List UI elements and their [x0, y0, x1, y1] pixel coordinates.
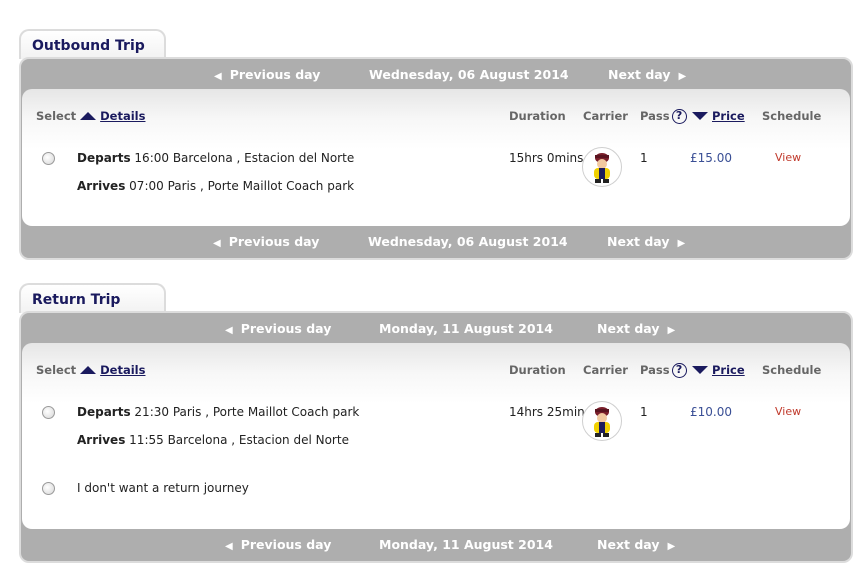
sort-up-icon[interactable]	[80, 366, 97, 374]
departs-info: Departs 21:30 Paris , Porte Maillot Coac…	[77, 405, 359, 419]
next-day-label: Next day	[597, 321, 660, 336]
select-header-label: Select	[36, 363, 77, 377]
return-previous-day-link[interactable]: ◀ Previous day	[225, 321, 331, 336]
right-arrow-icon: ▶	[667, 541, 676, 552]
outbound-trip-section: Outbound Trip ◀ Previous day Wednesday, 0…	[19, 29, 853, 260]
sort-down-icon[interactable]	[692, 112, 708, 120]
right-arrow-icon: ▶	[677, 238, 686, 249]
return-trip-tab: Return Trip	[19, 283, 166, 313]
return-top-nav: ◀ Previous day Monday, 11 August 2014 Nex…	[21, 313, 851, 343]
select-header-label: Select	[36, 109, 77, 123]
return-next-day-link[interactable]: Next day ▶	[597, 321, 675, 336]
duration-header: Duration	[509, 109, 566, 123]
outbound-previous-day-link[interactable]: ◀ Previous day	[214, 67, 320, 82]
outbound-top-nav: ◀ Previous day Wednesday, 06 August 2014 …	[21, 59, 851, 89]
next-day-label: Next day	[607, 234, 670, 249]
help-icon[interactable]: ?	[671, 363, 687, 378]
carrier-mascot-drawing	[594, 407, 610, 437]
arrives-value: 11:55 Barcelona , Estacion del Norte	[129, 433, 349, 447]
departs-label: Departs	[77, 405, 131, 419]
schedule-header: Schedule	[762, 109, 822, 123]
previous-day-label: Previous day	[240, 321, 332, 336]
outbound-date: Wednesday, 06 August 2014	[369, 67, 569, 82]
carrier-header: Carrier	[583, 109, 628, 123]
sort-down-icon[interactable]	[692, 366, 708, 374]
arrives-value: 07:00 Paris , Porte Maillot Coach park	[129, 179, 355, 193]
right-arrow-icon: ▶	[667, 325, 676, 336]
return-next-day-link-bottom[interactable]: Next day ▶	[597, 537, 675, 552]
help-icon[interactable]: ?	[671, 109, 687, 124]
pass-header: Pass?	[640, 109, 687, 124]
departs-value: 16:00 Barcelona , Estacion del Norte	[134, 151, 355, 165]
carrier-header: Carrier	[583, 363, 628, 377]
carrier-mascot-drawing	[594, 153, 610, 183]
previous-day-label: Previous day	[229, 67, 321, 82]
arrives-info: Arrives 07:00 Paris , Porte Maillot Coac…	[77, 179, 354, 193]
price-sort-link[interactable]: Price	[712, 109, 745, 123]
return-select-radio[interactable]	[42, 406, 55, 419]
return-date-bottom: Monday, 11 August 2014	[379, 537, 553, 552]
no-return-radio[interactable]	[42, 482, 55, 495]
left-arrow-icon: ◀	[225, 541, 233, 552]
outbound-select-radio[interactable]	[42, 152, 55, 165]
outbound-trip-tab: Outbound Trip	[19, 29, 166, 59]
carrier-mascot-icon	[582, 147, 622, 187]
return-trip-section: Return Trip ◀ Previous day Monday, 11 Aug…	[19, 283, 853, 567]
price-header: Price	[688, 109, 745, 123]
carrier-mascot-icon	[582, 401, 622, 441]
outbound-date-bottom: Wednesday, 06 August 2014	[368, 234, 568, 249]
schedule-view-link[interactable]: View	[775, 151, 801, 164]
price-value: £15.00	[690, 151, 732, 165]
no-return-label: I don't want a return journey	[77, 481, 249, 495]
outbound-frame: ◀ Previous day Wednesday, 06 August 2014 …	[19, 57, 853, 260]
arrives-info: Arrives 11:55 Barcelona , Estacion del N…	[77, 433, 349, 447]
left-arrow-icon: ◀	[213, 238, 221, 249]
duration-header: Duration	[509, 363, 566, 377]
return-results-panel: Select Details Duration Carrier Pass? Pri…	[22, 343, 850, 529]
arrives-label: Arrives	[77, 179, 126, 193]
pass-header-label: Pass	[640, 363, 670, 377]
next-day-label: Next day	[608, 67, 671, 82]
pass-value: 1	[640, 151, 648, 165]
sort-up-icon[interactable]	[80, 112, 97, 120]
schedule-header: Schedule	[762, 363, 822, 377]
return-date: Monday, 11 August 2014	[379, 321, 553, 336]
return-previous-day-link-bottom[interactable]: ◀ Previous day	[225, 537, 331, 552]
price-value: £10.00	[690, 405, 732, 419]
next-day-label: Next day	[597, 537, 660, 552]
duration-value: 15hrs 0mins	[509, 151, 584, 165]
right-arrow-icon: ▶	[678, 71, 687, 82]
select-header: Select Details	[36, 363, 145, 377]
return-bottom-nav: ◀ Previous day Monday, 11 August 2014 Nex…	[21, 529, 851, 559]
left-arrow-icon: ◀	[214, 71, 222, 82]
schedule-view-link[interactable]: View	[775, 405, 801, 418]
details-sort-link[interactable]: Details	[100, 363, 145, 377]
left-arrow-icon: ◀	[225, 325, 233, 336]
return-frame: ◀ Previous day Monday, 11 August 2014 Nex…	[19, 311, 853, 563]
arrives-label: Arrives	[77, 433, 126, 447]
price-header: Price	[688, 363, 745, 377]
details-sort-link[interactable]: Details	[100, 109, 145, 123]
duration-value: 14hrs 25mins	[509, 405, 592, 419]
pass-value: 1	[640, 405, 648, 419]
previous-day-label: Previous day	[240, 537, 332, 552]
outbound-next-day-link-bottom[interactable]: Next day ▶	[607, 234, 685, 249]
outbound-previous-day-link-bottom[interactable]: ◀ Previous day	[213, 234, 319, 249]
previous-day-label: Previous day	[228, 234, 320, 249]
select-header: Select Details	[36, 109, 145, 123]
outbound-results-panel: Select Details Duration Carrier Pass? Pri…	[22, 89, 850, 226]
pass-header-label: Pass	[640, 109, 670, 123]
departs-label: Departs	[77, 151, 131, 165]
price-sort-link[interactable]: Price	[712, 363, 745, 377]
outbound-bottom-nav: ◀ Previous day Wednesday, 06 August 2014 …	[21, 226, 851, 256]
departs-info: Departs 16:00 Barcelona , Estacion del N…	[77, 151, 354, 165]
departs-value: 21:30 Paris , Porte Maillot Coach park	[134, 405, 360, 419]
outbound-next-day-link[interactable]: Next day ▶	[608, 67, 686, 82]
pass-header: Pass?	[640, 363, 687, 378]
